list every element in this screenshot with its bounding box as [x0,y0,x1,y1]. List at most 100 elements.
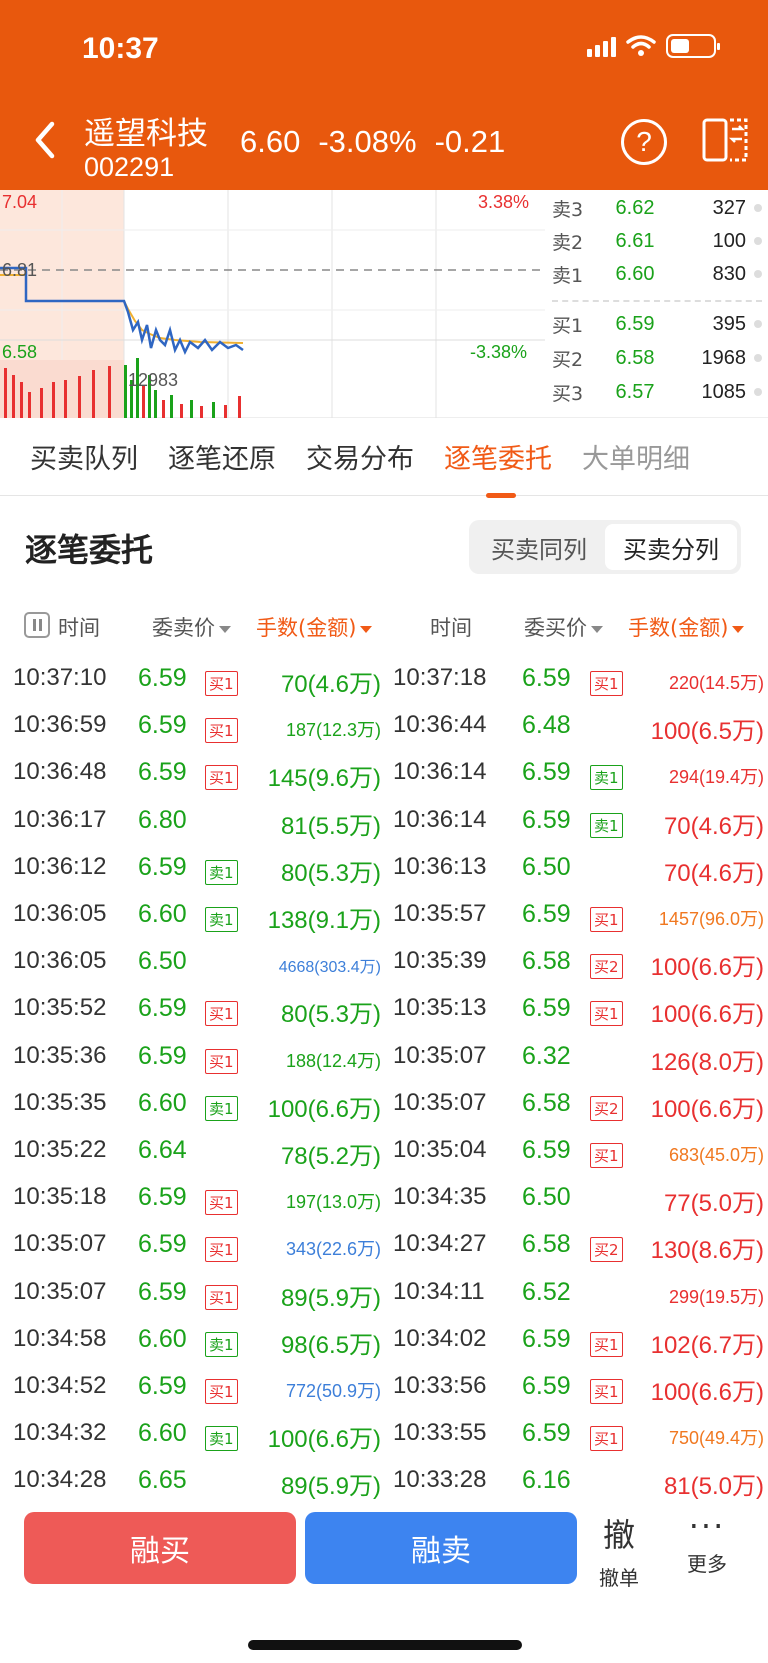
sell-price: 6.60 [138,1324,187,1353]
margin-sell-button[interactable]: 融卖 [305,1512,577,1584]
buy-time: 10:36:13 [393,852,487,880]
sell-price: 6.60 [138,1088,187,1117]
quote: 6.60 -3.08% -0.21 [240,124,505,160]
order-row[interactable]: 10:34:58 6.60 卖1 98(6.5万) 10:34:02 6.59 买1 102(… [0,1317,768,1364]
toggle-same-column[interactable]: 买卖同列 [473,524,605,570]
buy-price: 6.58 [522,947,571,976]
buy-volume: 126(8.0万) [650,1048,764,1076]
sell-volume: 4668(303.4万) [278,959,381,977]
toggle-split-column[interactable]: 买卖分列 [605,524,737,570]
buy-price: 6.16 [522,1466,571,1495]
sell-queue-tag: 卖1 [205,859,238,885]
order-row[interactable]: 10:34:28 6.65 89(5.9万) 10:33:28 6.16 81(5.0万) [0,1458,768,1504]
order-row[interactable]: 10:36:12 6.59 卖1 80(5.3万) 10:36:13 6.50 70(4.6… [0,845,768,892]
buy-volume: 100(6.6万) [650,954,764,982]
buy-price: 6.48 [522,711,571,740]
order-row[interactable]: 10:34:52 6.59 买1 772(50.9万) 10:33:56 6.59 买1 10… [0,1364,768,1411]
header-buy-price[interactable]: 委买价 [524,612,603,642]
home-indicator [248,1640,522,1650]
buy-time: 10:35:57 [393,900,487,927]
buy-queue-tag: 买2 [590,1095,623,1121]
header-volume-left[interactable]: 手数(金额) [256,612,373,642]
sell-volume: 70(4.6万) [280,671,381,698]
sell-time: 10:35:35 [13,1088,107,1116]
order-row[interactable]: 10:36:48 6.59 买1 145(9.6万) 10:36:14 6.59 卖1 294… [0,750,768,797]
cancel-order-button[interactable]: 撤 撤单 [584,1510,654,1591]
buy-queue-tag: 买1 [590,907,623,932]
switch-stock-icon[interactable] [702,117,748,163]
sell-price: 6.59 [138,1277,187,1306]
order-row[interactable]: 10:35:18 6.59 买1 197(13.0万) 10:34:35 6.50 77(5… [0,1175,768,1222]
margin-buy-button[interactable]: 融买 [24,1512,296,1584]
tab-queue[interactable]: 买卖队列 [30,437,138,476]
chart-low-label: 6.58 [2,342,38,362]
sell-queue-tag: 买1 [205,1237,238,1263]
sell-queue-tag: 买1 [205,718,238,744]
bid-row-3[interactable]: 买3 6.57 1085 [552,376,766,408]
header-sell-price[interactable]: 委卖价 [152,612,231,642]
buy-queue-tag: 买1 [590,1426,623,1452]
buy-time: 10:33:28 [393,1466,487,1494]
sell-time: 10:36:48 [13,758,107,786]
bid-row-2[interactable]: 买2 6.58 1968 [552,342,766,374]
order-row[interactable]: 10:35:07 6.59 买1 89(5.9万) 10:34:11 6.52 299(19… [0,1270,768,1317]
buy-time: 10:34:35 [393,1183,487,1211]
order-row[interactable]: 10:34:32 6.60 卖1 100(6.6万) 10:33:55 6.59 买1 750… [0,1411,768,1458]
tab-tick-restore[interactable]: 逐笔还原 [168,437,276,476]
order-row[interactable]: 10:35:35 6.60 卖1 100(6.6万) 10:35:07 6.58 买2 100… [0,1081,768,1128]
sell-queue-tag: 买1 [205,1001,238,1027]
sell-queue-tag: 买1 [205,1190,238,1216]
bid-row-1[interactable]: 买1 6.59 395 [552,308,766,340]
buy-volume: 100(6.6万) [650,1379,764,1406]
order-row[interactable]: 10:35:36 6.59 买1 188(12.4万) 10:35:07 6.32 126(… [0,1034,768,1081]
buy-price: 6.32 [522,1041,571,1070]
sort-down-icon [360,625,373,633]
back-icon[interactable] [28,118,62,162]
buy-volume: 100(6.6万) [650,1001,764,1029]
buy-time: 10:37:18 [393,664,487,691]
order-row[interactable]: 10:36:17 6.80 81(5.5万) 10:36:14 6.59 卖1 70(4.6… [0,798,768,845]
buy-queue-tag: 买2 [590,954,623,980]
buy-price: 6.59 [522,1419,571,1448]
sell-time: 10:34:58 [13,1324,107,1352]
sell-volume: 100(6.6万) [267,1426,381,1454]
order-row[interactable]: 10:35:07 6.59 买1 343(22.6万) 10:34:27 6.58 买2 13… [0,1222,768,1269]
buy-price: 6.59 [522,758,571,787]
intraday-chart[interactable] [0,190,545,418]
order-row[interactable]: 10:36:05 6.60 卖1 138(9.1万) 10:35:57 6.59 买1 145… [0,892,768,939]
status-icons [587,34,720,58]
pause-icon[interactable] [24,612,50,638]
order-row[interactable]: 10:37:10 6.59 买1 70(4.6万) 10:37:18 6.59 买1 220(… [0,656,768,703]
tab-trade-distribution[interactable]: 交易分布 [306,437,414,476]
sell-price: 6.59 [138,664,187,692]
intraday-chart-panel[interactable]: 7.04 3.38% 6.81 6.58 -3.38% 12983 卖3 6.6… [0,190,768,418]
ask-row-3[interactable]: 卖3 6.62 327 [552,192,766,224]
header: 10:37 遥望科技 002291 6.60 -3.08% -0.21 ? [0,0,768,190]
sell-price: 6.65 [138,1466,187,1495]
buy-time: 10:36:14 [393,805,487,833]
ask-row-1[interactable]: 卖1 6.60 830 [552,258,766,290]
sell-price: 6.59 [138,1230,187,1259]
order-row[interactable]: 10:35:22 6.64 78(5.2万) 10:35:04 6.59 买1 683(45… [0,1128,768,1175]
sell-time: 10:36:05 [13,947,107,975]
sell-time: 10:36:12 [13,852,107,880]
more-button[interactable]: ··· 更多 [672,1510,742,1577]
detail-tabs: 买卖队列 逐笔还原 交易分布 逐笔委托 大单明细 [0,418,768,498]
header-time-right: 时间 [430,616,472,640]
sell-time: 10:34:28 [13,1466,107,1494]
sell-time: 10:36:17 [13,805,107,833]
ask-row-2[interactable]: 卖2 6.61 100 [552,225,766,257]
buy-time: 10:33:55 [393,1419,487,1447]
sell-price: 6.59 [138,758,187,787]
tab-tick-orders[interactable]: 逐笔委托 [444,437,552,498]
buy-price: 6.52 [522,1277,571,1306]
order-row[interactable]: 10:35:52 6.59 买1 80(5.3万) 10:35:13 6.59 买1 100(… [0,986,768,1033]
order-row[interactable]: 10:36:59 6.59 买1 187(12.3万) 10:36:44 6.48 100(… [0,703,768,750]
sell-volume: 145(9.6万) [267,765,381,793]
sell-price: 6.59 [138,852,187,881]
tab-large-orders[interactable]: 大单明细 [582,437,690,476]
header-volume-right[interactable]: 手数(金额) [628,612,745,642]
order-list: 10:37:10 6.59 买1 70(4.6万) 10:37:18 6.59 买1 220(… [0,656,768,1504]
order-row[interactable]: 10:36:05 6.50 4668(303.4万) 10:35:39 6.58 买2 10… [0,939,768,986]
help-icon[interactable]: ? [621,119,667,165]
